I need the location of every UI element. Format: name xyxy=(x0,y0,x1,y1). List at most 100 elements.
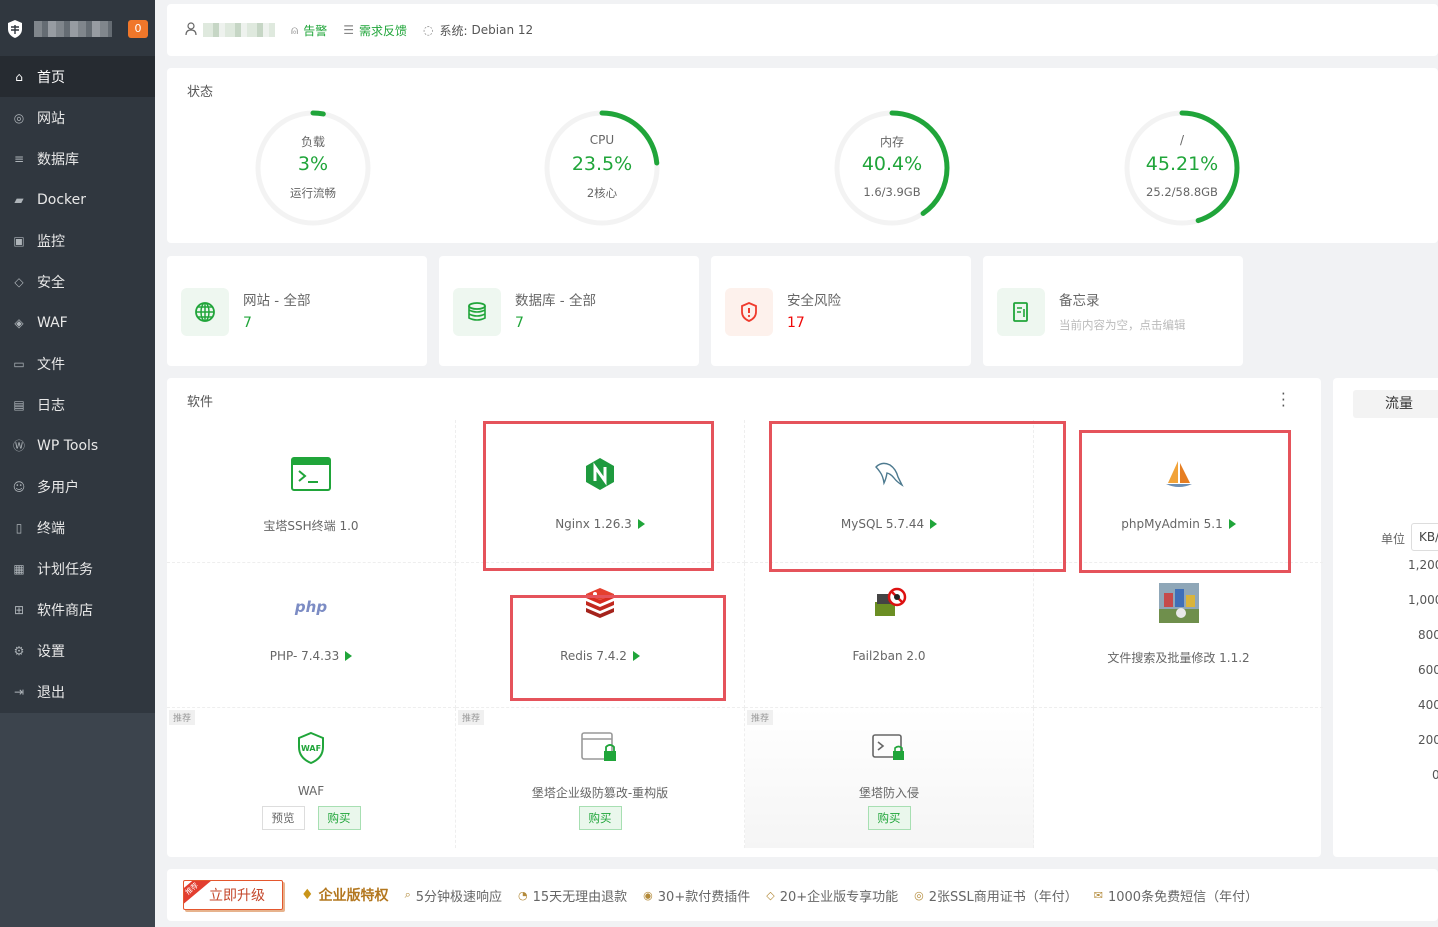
gauge-sub: 25.2/58.8GB xyxy=(1146,185,1218,199)
refund-icon: ◔ xyxy=(518,888,528,902)
software-item-nginx[interactable]: Nginx 1.26.3 xyxy=(456,420,745,563)
database-card[interactable]: 数据库 - 全部 7 xyxy=(439,256,699,366)
software-item-php[interactable]: php PHP- 7.4.33 xyxy=(167,563,456,708)
card-value[interactable]: 当前内容为空，点击编辑 xyxy=(1059,317,1186,333)
sidebar-item-logs[interactable]: ▤ 日志 xyxy=(0,384,155,425)
diamond-outline-icon: ◇ xyxy=(766,888,775,902)
sidebar-item-label: 计划任务 xyxy=(37,561,93,578)
logout-icon: ⇥ xyxy=(13,684,25,699)
software-item-phpmyadmin[interactable]: phpMyAdmin 5.1 xyxy=(1034,420,1323,563)
log-icon: ▤ xyxy=(13,397,25,412)
sidebar-item-logout[interactable]: ⇥ 退出 xyxy=(0,671,155,712)
sidebar-item-website[interactable]: ◎ 网站 xyxy=(0,97,155,138)
card-title: 安全风险 xyxy=(787,293,841,309)
mail-icon: ✉ xyxy=(1093,888,1103,902)
card-value[interactable]: 7 xyxy=(243,315,252,331)
shield-alert-icon xyxy=(725,288,773,336)
system-icon: ◌ xyxy=(423,23,434,37)
tab-traffic[interactable]: 流量 xyxy=(1353,390,1438,418)
feature-enterprise-functions: ◇ 20+企业版专享功能 xyxy=(766,888,899,905)
memo-card[interactable]: 备忘录 当前内容为空，点击编辑 xyxy=(983,256,1243,366)
upgrade-button[interactable]: 推荐 立即升级 xyxy=(183,880,283,910)
cpu-gauge[interactable]: CPU 23.5% 2核心 xyxy=(542,108,662,228)
play-icon[interactable] xyxy=(930,519,938,529)
alert-link[interactable]: ⍝ 告警 xyxy=(291,22,327,39)
card-value[interactable]: 7 xyxy=(515,315,524,331)
sidebar-item-label: WAF xyxy=(37,314,68,331)
recommended-item-waf: 推荐 WAF WAF 预览 购买 xyxy=(167,708,456,848)
clock-icon: ⌕ xyxy=(404,888,411,901)
y-axis-tick: 400 xyxy=(1418,698,1438,712)
sidebar-item-settings[interactable]: ⚙ 设置 xyxy=(0,630,155,671)
software-item-fail2ban[interactable]: Fail2ban 2.0 xyxy=(745,563,1034,708)
sidebar-item-monitor[interactable]: ▣ 监控 xyxy=(0,220,155,261)
card-value[interactable]: 17 xyxy=(787,315,805,331)
sidebar-item-multi-user[interactable]: ☺ 多用户 xyxy=(0,466,155,507)
sidebar-item-label: Docker xyxy=(37,191,87,208)
buy-button[interactable]: 购买 xyxy=(867,806,911,830)
feedback-icon: ☰ xyxy=(343,23,354,37)
svg-text:WAF: WAF xyxy=(301,744,321,753)
play-icon[interactable] xyxy=(1228,519,1236,529)
sidebar-item-database[interactable]: ≡ 数据库 xyxy=(0,138,155,179)
load-gauge[interactable]: 负载 3% 运行流畅 xyxy=(253,108,373,228)
sidebar-item-store[interactable]: ⊞ 软件商店 xyxy=(0,589,155,630)
sidebar-item-home[interactable]: ⌂ 首页 xyxy=(0,56,155,97)
sidebar-item-waf[interactable]: ◈ WAF xyxy=(0,302,155,343)
software-item-redis[interactable]: Redis 7.4.2 xyxy=(456,563,745,708)
redis-icon xyxy=(578,583,622,623)
certificate-icon: ◎ xyxy=(914,888,924,902)
sidebar: 0 ⌂ 首页 ◎ 网站 ≡ 数据库 ▰ Docker ▣ 监控 ◇ 安全 ◈ WAF ▭ 文件 … xyxy=(0,0,155,927)
website-card[interactable]: 网站 - 全部 7 xyxy=(167,256,427,366)
sidebar-item-label: 数据库 xyxy=(37,151,79,168)
preview-button[interactable]: 预览 xyxy=(261,806,305,830)
database-icon: ≡ xyxy=(13,151,25,166)
card-title: 数据库 - 全部 xyxy=(515,293,596,309)
buy-button[interactable]: 购买 xyxy=(317,806,361,830)
sidebar-item-security[interactable]: ◇ 安全 xyxy=(0,261,155,302)
play-icon[interactable] xyxy=(345,651,353,661)
software-name: Redis 7.4.2 xyxy=(456,649,744,663)
more-options-icon[interactable]: · · · xyxy=(1281,387,1286,414)
software-name: 堡塔企业级防篡改-重构版 xyxy=(531,786,669,800)
software-item-mysql[interactable]: MySQL 5.7.44 xyxy=(745,420,1034,563)
users-icon: ☺ xyxy=(12,479,26,494)
gauge-label: 内存 xyxy=(879,135,904,149)
enterprise-title[interactable]: ♦ 企业版特权 xyxy=(301,885,389,905)
gauge-sub: 2核心 xyxy=(586,186,618,200)
security-risk-card[interactable]: 安全风险 17 xyxy=(711,256,971,366)
sidebar-item-wp-tools[interactable]: Ⓦ WP Tools xyxy=(0,425,155,466)
software-name: Nginx 1.26.3 xyxy=(456,517,744,531)
software-item-ssh-terminal[interactable]: 宝塔SSH终端 1.0 xyxy=(167,420,456,563)
sidebar-item-terminal[interactable]: ▯ 终端 xyxy=(0,507,155,548)
play-icon[interactable] xyxy=(637,519,645,529)
sidebar-item-label: 终端 xyxy=(37,520,65,537)
unit-select[interactable]: KB/ xyxy=(1411,523,1438,551)
recommended-item-intrusion-prevention: 推荐 堡塔防入侵 购买 xyxy=(745,708,1034,848)
software-name: 文件搜索及批量修改 1.1.2 xyxy=(1107,651,1250,665)
software-name: Fail2ban 2.0 xyxy=(852,649,926,663)
disk-gauge[interactable]: / 45.21% 25.2/58.8GB xyxy=(1122,108,1242,228)
feature-refund: ◔ 15天无理由退款 xyxy=(518,888,628,905)
sidebar-item-label: 首页 xyxy=(37,69,65,86)
system-value: Debian 12 xyxy=(471,23,534,37)
memory-gauge[interactable]: 内存 40.4% 1.6/3.9GB xyxy=(832,108,952,228)
feature-fast-response: ⌕ 5分钟极速响应 xyxy=(404,888,503,905)
calendar-icon: ▦ xyxy=(13,561,25,576)
buy-button[interactable]: 购买 xyxy=(578,806,622,830)
intrusion-terminal-icon xyxy=(867,728,911,768)
bt-logo-icon xyxy=(6,19,24,39)
monitor-icon: ▣ xyxy=(13,233,25,248)
sidebar-item-files[interactable]: ▭ 文件 xyxy=(0,343,155,384)
sidebar-item-docker[interactable]: ▰ Docker xyxy=(0,179,155,220)
status-title: 状态 xyxy=(187,85,214,100)
sidebar-item-label: 监控 xyxy=(37,233,65,250)
notification-badge[interactable]: 0 xyxy=(128,20,148,38)
sidebar-item-cron[interactable]: ▦ 计划任务 xyxy=(0,548,155,589)
software-item-file-search[interactable]: 文件搜索及批量修改 1.1.2 xyxy=(1034,563,1323,708)
waf-shield-icon: ◈ xyxy=(14,315,24,330)
database-icon xyxy=(453,288,501,336)
play-icon[interactable] xyxy=(632,651,640,661)
feedback-link[interactable]: ☰ 需求反馈 xyxy=(343,22,407,39)
wordpress-icon: Ⓦ xyxy=(12,439,25,453)
